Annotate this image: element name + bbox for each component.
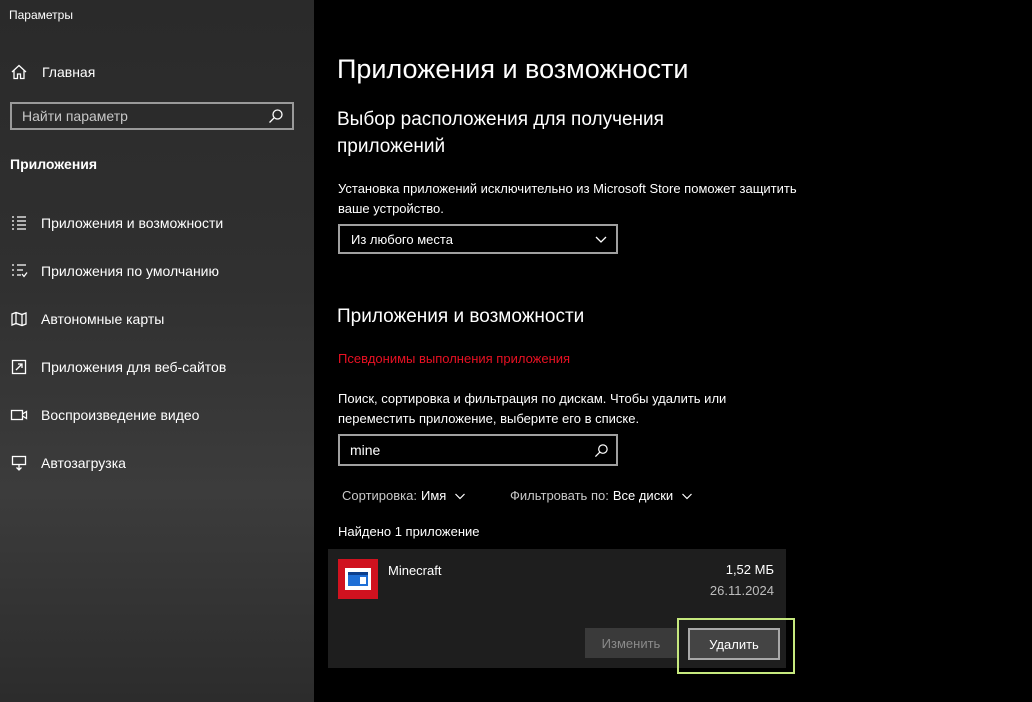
page-title: Приложения и возможности (337, 54, 689, 84)
filter-label: Фильтровать по: (510, 488, 609, 503)
dropdown-selected-value: Из любого места (351, 231, 453, 247)
search-icon[interactable] (594, 443, 609, 458)
sidebar-item-startup[interactable]: Автозагрузка (0, 443, 314, 483)
sidebar-item-offline-maps[interactable]: Автономные карты (0, 299, 314, 339)
modify-button: Изменить (585, 628, 677, 658)
home-label: Главная (42, 64, 96, 80)
sidebar-item-video-playback[interactable]: Воспроизведение видео (0, 395, 314, 435)
sidebar-item-label: Автономные карты (41, 311, 165, 327)
uninstall-highlight-frame: Удалить (677, 618, 795, 674)
chevron-down-icon (595, 236, 607, 243)
settings-search-box[interactable] (10, 102, 294, 130)
sidebar-item-label: Воспроизведение видео (41, 407, 200, 423)
location-description: Установка приложений исключительно из Mi… (338, 181, 797, 216)
chevron-down-icon (455, 493, 466, 499)
app-execution-aliases-link[interactable]: Псевдонимы выполнения приложения (338, 351, 570, 366)
install-location-dropdown[interactable]: Из любого места (338, 224, 618, 254)
app-search-input[interactable] (350, 442, 594, 458)
sidebar: Параметры Главная Приложения Приложения … (0, 0, 314, 702)
sidebar-item-label: Автозагрузка (41, 455, 126, 471)
search-icon[interactable] (268, 108, 284, 124)
apps-section-title: Приложения и возможности (337, 306, 585, 327)
sidebar-item-web-apps[interactable]: Приложения для веб-сайтов (0, 347, 314, 387)
sort-dropdown[interactable]: Сортировка: Имя (342, 488, 466, 503)
location-section-title: Выбор расположения для получения приложе… (337, 109, 664, 157)
section-title-apps: Приложения (10, 156, 98, 172)
app-size: 1,52 МБ (725, 562, 774, 577)
window-title: Параметры (9, 8, 73, 22)
sort-label: Сортировка: (342, 488, 417, 503)
main-content: Приложения и возможности Выбор расположе… (314, 0, 1032, 702)
sidebar-item-label: Приложения по умолчанию (41, 263, 219, 279)
sidebar-item-label: Приложения и возможности (41, 215, 224, 231)
app-search-box[interactable] (338, 434, 618, 466)
web-apps-icon (11, 359, 27, 375)
settings-search-input[interactable] (22, 108, 268, 124)
chevron-down-icon (682, 493, 693, 499)
startup-icon (11, 455, 27, 471)
app-name: Minecraft (388, 563, 442, 578)
app-install-date: 26.11.2024 (709, 583, 774, 598)
default-apps-icon (12, 264, 28, 278)
video-icon (10, 409, 28, 421)
sidebar-item-label: Приложения для веб-сайтов (41, 359, 227, 375)
found-count: Найдено 1 приложение (338, 524, 480, 539)
minecraft-logo-icon (345, 568, 371, 590)
filter-value: Все диски (612, 488, 674, 503)
home-nav-item[interactable]: Главная (10, 62, 95, 82)
sort-value: Имя (420, 488, 447, 503)
apps-search-description: Поиск, сортировка и фильтрация по дискам… (338, 391, 727, 426)
filter-dropdown[interactable]: Фильтровать по: Все диски (510, 488, 693, 503)
map-icon (11, 311, 27, 327)
sidebar-item-default-apps[interactable]: Приложения по умолчанию (0, 251, 314, 291)
sidebar-item-apps-features[interactable]: Приложения и возможности (0, 203, 314, 243)
home-icon (11, 64, 27, 80)
uninstall-button[interactable]: Удалить (688, 628, 780, 660)
minecraft-app-icon (338, 559, 378, 599)
apps-list-icon (12, 216, 26, 230)
